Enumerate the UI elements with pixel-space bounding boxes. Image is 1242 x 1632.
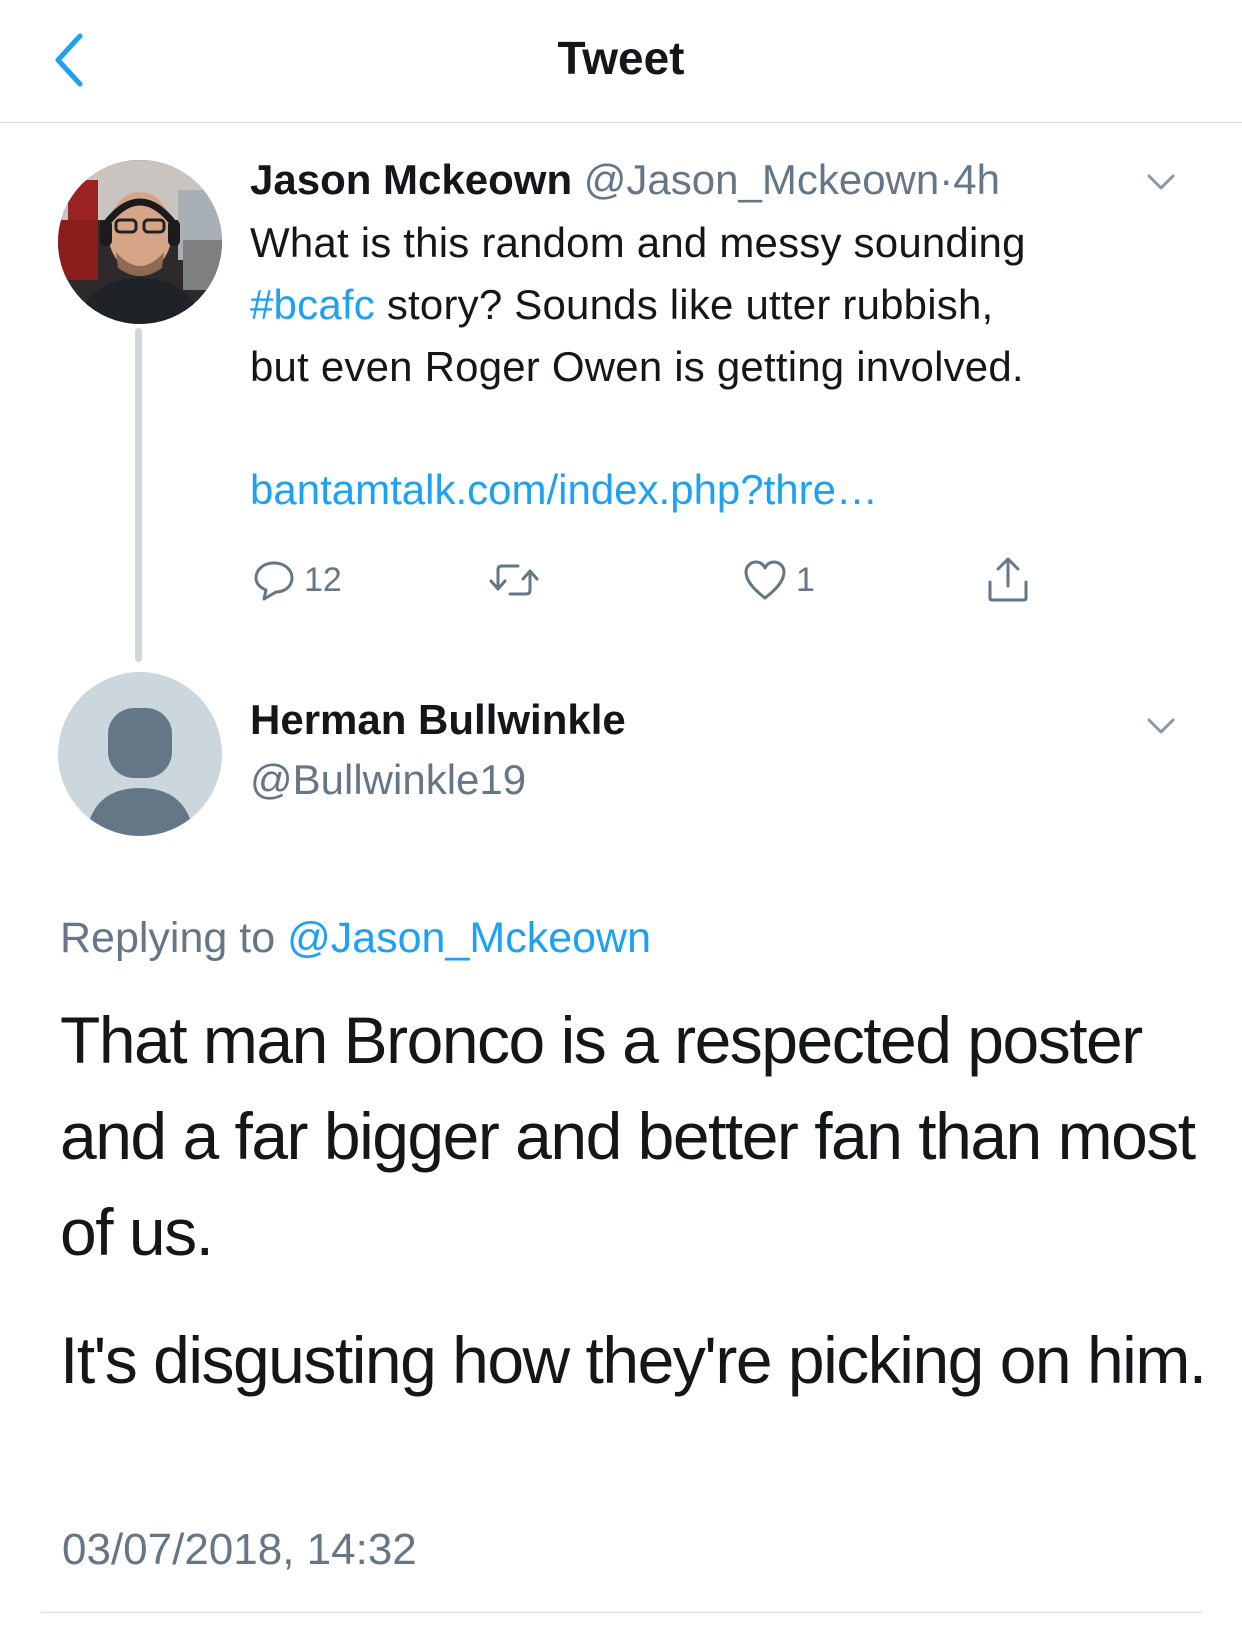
tweet-timestamp: 03/07/2018, 14:32 bbox=[62, 1525, 417, 1574]
avatar[interactable] bbox=[58, 672, 222, 836]
tweet-text: That man Bronco is a respected poster an… bbox=[60, 992, 1210, 1408]
tweet-link[interactable]: bantamtalk.com/index.php?thre… bbox=[250, 462, 878, 518]
tweet-age: 4h bbox=[953, 156, 1000, 203]
tweet-paragraph: That man Bronco is a respected poster an… bbox=[60, 1003, 1196, 1269]
retweet-icon bbox=[489, 564, 539, 596]
author-name[interactable]: Herman Bullwinkle bbox=[250, 692, 626, 748]
thread-connector bbox=[135, 328, 142, 662]
page-title: Tweet bbox=[557, 32, 685, 84]
chevron-down-icon bbox=[1147, 174, 1175, 190]
default-avatar-icon bbox=[86, 708, 194, 836]
avatar[interactable] bbox=[58, 160, 222, 324]
reply-count: 12 bbox=[304, 560, 342, 599]
tweet-text-line: story? Sounds like utter rubbish, bbox=[374, 281, 994, 328]
like-button[interactable]: 1 bbox=[742, 555, 815, 605]
tweet-header: Jason Mckeown @Jason_Mckeown·4h bbox=[250, 152, 1000, 208]
share-button[interactable] bbox=[985, 555, 1031, 605]
divider bbox=[40, 1612, 1202, 1613]
author-name[interactable]: Jason Mckeown bbox=[250, 156, 572, 203]
tweet-paragraph: It's disgusting how they're picking on h… bbox=[60, 1323, 1207, 1397]
author-handle[interactable]: @Jason_Mckeown bbox=[584, 156, 939, 203]
tweet-menu-button[interactable] bbox=[1146, 716, 1176, 736]
tweet-text-line: What is this random and messy sounding bbox=[250, 219, 1026, 266]
hashtag-link[interactable]: #bcafc bbox=[250, 281, 375, 328]
reply-icon bbox=[254, 561, 294, 601]
replying-to: Replying to @Jason_Mckeown bbox=[60, 910, 651, 966]
author-handle[interactable]: @Bullwinkle19 bbox=[250, 752, 526, 808]
like-count: 1 bbox=[796, 560, 815, 599]
meta-separator: · bbox=[939, 156, 954, 203]
profile-photo bbox=[58, 160, 222, 324]
tweet-text: What is this random and messy sounding #… bbox=[250, 212, 1200, 398]
tweet-text-line: but even Roger Owen is getting involved. bbox=[250, 343, 1024, 390]
heart-icon bbox=[744, 560, 786, 600]
replying-label: Replying to bbox=[60, 914, 288, 962]
retweet-button[interactable] bbox=[488, 555, 548, 605]
tweet-menu-button[interactable] bbox=[1146, 172, 1176, 192]
chevron-down-icon bbox=[1147, 718, 1175, 734]
replying-handle-link[interactable]: @Jason_Mckeown bbox=[287, 914, 651, 962]
reply-button[interactable]: 12 bbox=[252, 555, 342, 605]
share-icon bbox=[988, 557, 1028, 602]
